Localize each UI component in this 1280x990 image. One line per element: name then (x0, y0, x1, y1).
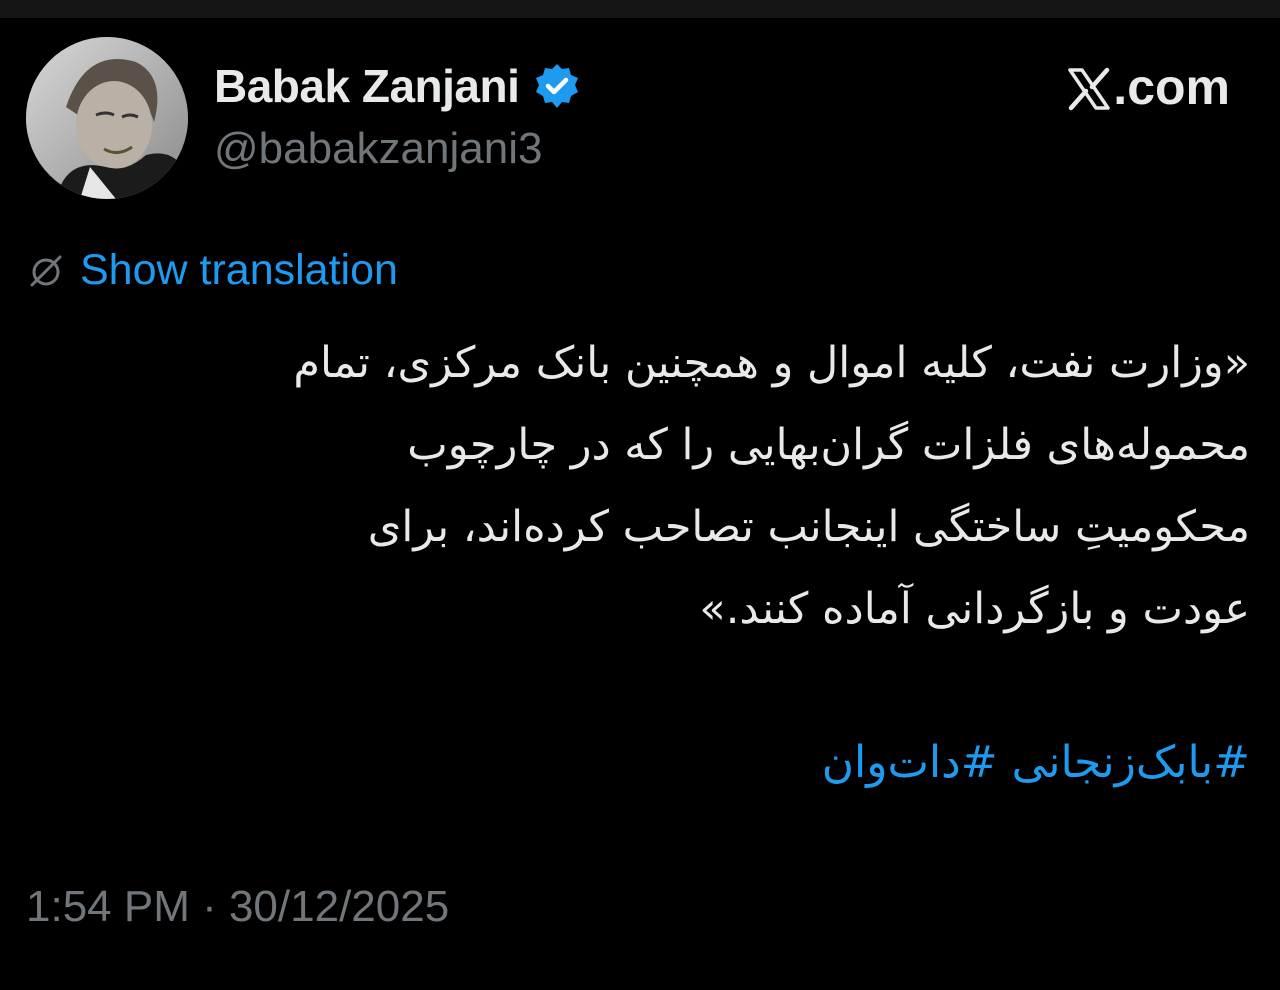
display-name[interactable]: Babak Zanjani (214, 59, 520, 113)
hashtag-row: #بابک‌زنجانی #دات‌وان (822, 722, 1250, 804)
user-handle[interactable]: @babakzanjani3 (214, 124, 542, 174)
brand-logo: .com (1067, 58, 1230, 116)
show-translation-link[interactable]: Show translation (80, 246, 398, 295)
tweet-line: محموله‌های فلزات گران‌بهایی را که در چار… (407, 420, 1250, 470)
tweet-line: عودت و بازگردانی آماده کنند.» (699, 584, 1250, 634)
globe-slash-icon (26, 251, 66, 291)
brand-domain: .com (1113, 59, 1230, 115)
hashtag-link[interactable]: #دات‌وان (822, 737, 998, 788)
tweet-text: «وزارت نفت، کلیه اموال و همچنین بانک مرک… (24, 322, 1250, 650)
profile-photo-icon (26, 37, 188, 199)
hashtag-link[interactable]: #بابک‌زنجانی (1012, 737, 1250, 788)
tweet-line: محکومیتِ ساختگی اینجانب تصاحب کرده‌اند، … (367, 502, 1250, 552)
x-logo-icon (1067, 65, 1111, 111)
top-strip (0, 0, 1280, 18)
avatar[interactable] (26, 37, 188, 199)
display-name-row: Babak Zanjani (214, 56, 581, 116)
tweet-timestamp[interactable]: 1:54 PM · 30/12/2025 (26, 882, 449, 932)
verified-badge-icon (533, 62, 581, 110)
translation-row[interactable]: Show translation (26, 246, 398, 295)
tweet-line: «وزارت نفت، کلیه اموال و همچنین بانک مرک… (293, 338, 1250, 388)
